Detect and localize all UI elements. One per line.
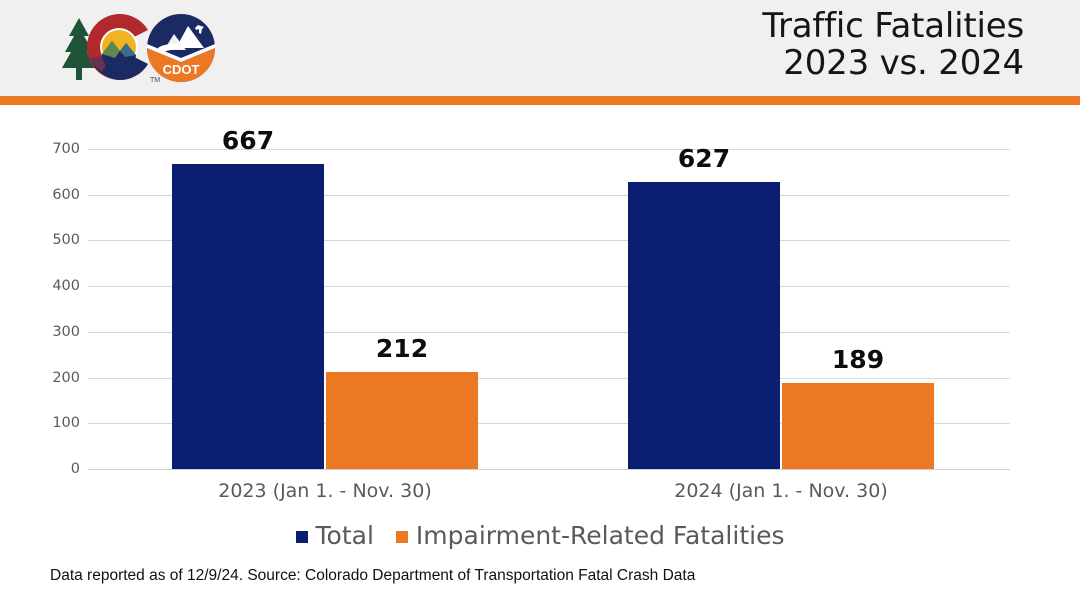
y-axis-tick-label: 700	[52, 141, 80, 157]
page-title-line-2: 2023 vs. 2024	[783, 42, 1024, 83]
gridline	[88, 469, 1010, 470]
legend-item-total[interactable]: Total	[295, 521, 374, 550]
legend-item-impairment-related[interactable]: Impairment-Related Fatalities	[395, 521, 785, 550]
y-axis-tick-label: 0	[70, 461, 80, 477]
header-accent-rule	[0, 96, 1080, 105]
y-axis-tick-label: 100	[52, 415, 80, 432]
x-axis-category-label: 2024 (Jan 1. - Nov. 30)	[674, 480, 888, 502]
legend-swatch-icon	[395, 530, 408, 543]
chart-legend: Total Impairment-Related Fatalities	[0, 521, 1080, 550]
y-axis-tick-label: 600	[52, 186, 80, 203]
legend-label: Impairment-Related Fatalities	[415, 521, 785, 550]
cdot-logo: CDOT	[147, 14, 215, 82]
bar-total-2024[interactable]	[628, 182, 780, 469]
y-axis-tick-label: 200	[52, 369, 80, 386]
page-title-line-1: Traffic Fatalities	[762, 6, 1024, 46]
legend-swatch-icon	[295, 530, 308, 543]
y-axis-tick-label: 300	[52, 323, 80, 340]
y-axis-tick-label: 500	[52, 232, 80, 249]
bar-value-label: 627	[677, 144, 731, 174]
page-header: TM CDOT Traffic Fatalities 2023 vs. 2024	[0, 0, 1080, 96]
plot-area: 667 212 627 189	[88, 126, 1010, 470]
bar-value-label: 212	[375, 334, 429, 364]
source-note: Data reported as of 12/9/24. Source: Col…	[50, 567, 696, 584]
bar-chart: 0 100 200 300 400 500 600 700 667 212 627 189 2023…	[0, 105, 1080, 525]
bar-value-label: 667	[221, 126, 275, 156]
cdot-logo-text: CDOT	[163, 62, 200, 77]
page-title: Traffic Fatalities 2023 vs. 2024	[762, 8, 1024, 81]
bar-impairment-2023[interactable]	[326, 372, 478, 469]
bar-total-2023[interactable]	[172, 164, 324, 469]
bar-impairment-2024[interactable]	[782, 382, 934, 469]
logo-group: TM CDOT	[62, 10, 222, 88]
x-axis-category-label: 2023 (Jan 1. - Nov. 30)	[218, 480, 432, 502]
legend-label: Total	[315, 521, 374, 550]
y-axis-tick-label: 400	[52, 278, 80, 295]
bar-value-label: 189	[831, 344, 885, 374]
y-axis-labels: 0 100 200 300 400 500 600 700	[0, 141, 80, 477]
